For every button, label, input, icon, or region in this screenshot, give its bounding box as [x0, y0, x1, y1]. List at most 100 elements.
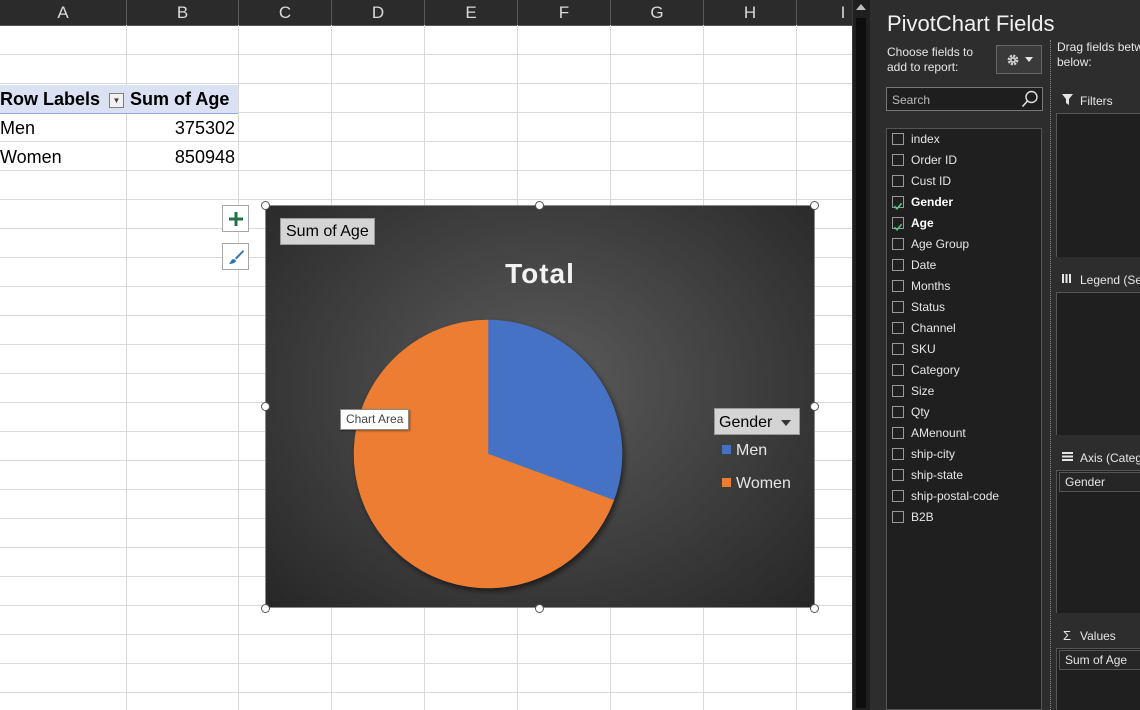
field-label: SKU — [911, 342, 936, 356]
column-header-h[interactable]: H — [704, 0, 797, 25]
axis-field-item[interactable]: Gender — [1059, 472, 1140, 492]
field-checkbox[interactable] — [892, 217, 904, 232]
search-input[interactable] — [887, 88, 1024, 112]
field-checkbox[interactable] — [892, 406, 904, 418]
legend-entry-women[interactable]: Women — [722, 474, 791, 494]
field-item[interactable]: Qty — [892, 402, 1040, 423]
field-label: Qty — [911, 405, 930, 419]
field-item[interactable]: ship-city — [892, 444, 1040, 465]
chart-area-tooltip: Chart Area — [340, 409, 410, 430]
field-label: Order ID — [911, 153, 958, 167]
pivot-row-label[interactable]: Men — [0, 114, 35, 143]
field-checkbox[interactable] — [892, 175, 904, 187]
tools-button[interactable] — [996, 45, 1042, 74]
field-label: AMenount — [911, 426, 966, 440]
field-item[interactable]: Channel — [892, 318, 1040, 339]
filters-drop-area[interactable] — [1056, 113, 1140, 257]
column-header-d[interactable]: D — [332, 0, 425, 25]
resize-handle-sw[interactable] — [261, 604, 270, 613]
field-list[interactable]: index Order ID Cust ID Gender Age Age Group Da… — [886, 128, 1042, 710]
field-item[interactable]: AMenount — [892, 423, 1040, 444]
field-item[interactable]: Cust ID — [892, 171, 1040, 192]
values-area-label: Σ Values — [1060, 628, 1116, 644]
field-checkbox[interactable] — [892, 385, 904, 397]
field-checkbox[interactable] — [892, 322, 904, 334]
field-label: Months — [911, 279, 951, 293]
column-header-f[interactable]: F — [518, 0, 611, 25]
field-item[interactable]: Age Group — [892, 234, 1040, 255]
resize-handle-e[interactable] — [810, 402, 819, 411]
field-checkbox[interactable] — [892, 196, 904, 211]
resize-handle-n[interactable] — [535, 201, 544, 210]
field-checkbox[interactable] — [892, 427, 904, 439]
axis-drop-area[interactable]: Gender — [1056, 470, 1140, 613]
search-icon[interactable] — [1021, 90, 1039, 108]
field-checkbox[interactable] — [892, 133, 904, 145]
resize-handle-nw[interactable] — [261, 201, 270, 210]
paintbrush-icon — [228, 249, 244, 264]
column-header-g[interactable]: G — [611, 0, 704, 25]
vertical-scrollbar[interactable] — [852, 0, 870, 710]
field-item[interactable]: Category — [892, 360, 1040, 381]
resize-handle-se[interactable] — [810, 604, 819, 613]
sigma-icon: Σ — [1062, 628, 1072, 643]
column-header-c[interactable]: C — [239, 0, 332, 25]
field-item[interactable]: Order ID — [892, 150, 1040, 171]
pivot-row-value[interactable]: 375302 — [127, 114, 235, 143]
values-field-item[interactable]: Sum of Age — [1059, 650, 1140, 670]
chart-title[interactable]: Total — [266, 258, 814, 290]
field-item[interactable]: Age — [892, 213, 1040, 234]
spreadsheet[interactable]: A B C D E F G H I Row Labels ▼ Sum of Ag… — [0, 0, 852, 710]
field-checkbox[interactable] — [892, 259, 904, 271]
legend-drop-area[interactable] — [1056, 292, 1140, 435]
field-checkbox[interactable] — [892, 469, 904, 481]
field-checkbox[interactable] — [892, 154, 904, 166]
pivot-row-value[interactable]: 850948 — [127, 143, 235, 172]
row-labels-filter-button[interactable]: ▼ — [109, 93, 124, 108]
search-box[interactable] — [886, 87, 1043, 112]
field-checkbox[interactable] — [892, 301, 904, 313]
values-drop-area[interactable]: Sum of Age — [1056, 648, 1140, 710]
field-item[interactable]: Status — [892, 297, 1040, 318]
resize-handle-ne[interactable] — [810, 201, 819, 210]
field-checkbox[interactable] — [892, 343, 904, 355]
chart-elements-button[interactable] — [222, 205, 249, 232]
field-item[interactable]: Date — [892, 255, 1040, 276]
field-item[interactable]: ship-postal-code — [892, 486, 1040, 507]
field-checkbox[interactable] — [892, 364, 904, 376]
pivot-chart[interactable]: Sum of Age Total Chart Area Gender Men W… — [265, 205, 815, 608]
scrollbar-thumb[interactable] — [856, 18, 866, 708]
pie-plot-area[interactable] — [352, 318, 624, 590]
field-item[interactable]: index — [892, 129, 1040, 150]
field-item[interactable]: Size — [892, 381, 1040, 402]
checkmark-icon — [893, 202, 903, 211]
field-checkbox[interactable] — [892, 238, 904, 250]
field-item[interactable]: Months — [892, 276, 1040, 297]
pivotchart-fields-pane: PivotChart Fields Choose fields to add t… — [870, 0, 1140, 710]
resize-handle-w[interactable] — [261, 402, 270, 411]
field-checkbox[interactable] — [892, 511, 904, 523]
field-item[interactable]: ship-state — [892, 465, 1040, 486]
field-checkbox[interactable] — [892, 280, 904, 292]
column-header-i[interactable]: I — [797, 0, 852, 25]
chart-styles-button[interactable] — [222, 243, 249, 270]
legend-label: Men — [736, 442, 768, 459]
field-checkbox[interactable] — [892, 490, 904, 502]
field-item[interactable]: B2B — [892, 507, 1040, 528]
pane-divider[interactable] — [1050, 40, 1051, 710]
field-item[interactable]: Gender — [892, 192, 1040, 213]
pivot-row-labels-header[interactable]: Row Labels — [0, 85, 100, 114]
legend-field-button[interactable]: Gender — [714, 408, 800, 435]
column-header-b[interactable]: B — [127, 0, 239, 25]
column-header-e[interactable]: E — [425, 0, 518, 25]
chevron-down-icon — [1024, 56, 1033, 62]
field-checkbox[interactable] — [892, 448, 904, 460]
field-item[interactable]: SKU — [892, 339, 1040, 360]
pivot-sum-header[interactable]: Sum of Age — [130, 85, 229, 114]
scroll-up-icon[interactable] — [856, 4, 866, 10]
legend-entry-men[interactable]: Men — [722, 441, 767, 461]
column-header-a[interactable]: A — [0, 0, 127, 25]
resize-handle-s[interactable] — [535, 604, 544, 613]
chart-value-field-button[interactable]: Sum of Age — [280, 218, 375, 245]
pivot-row-label[interactable]: Women — [0, 143, 62, 172]
